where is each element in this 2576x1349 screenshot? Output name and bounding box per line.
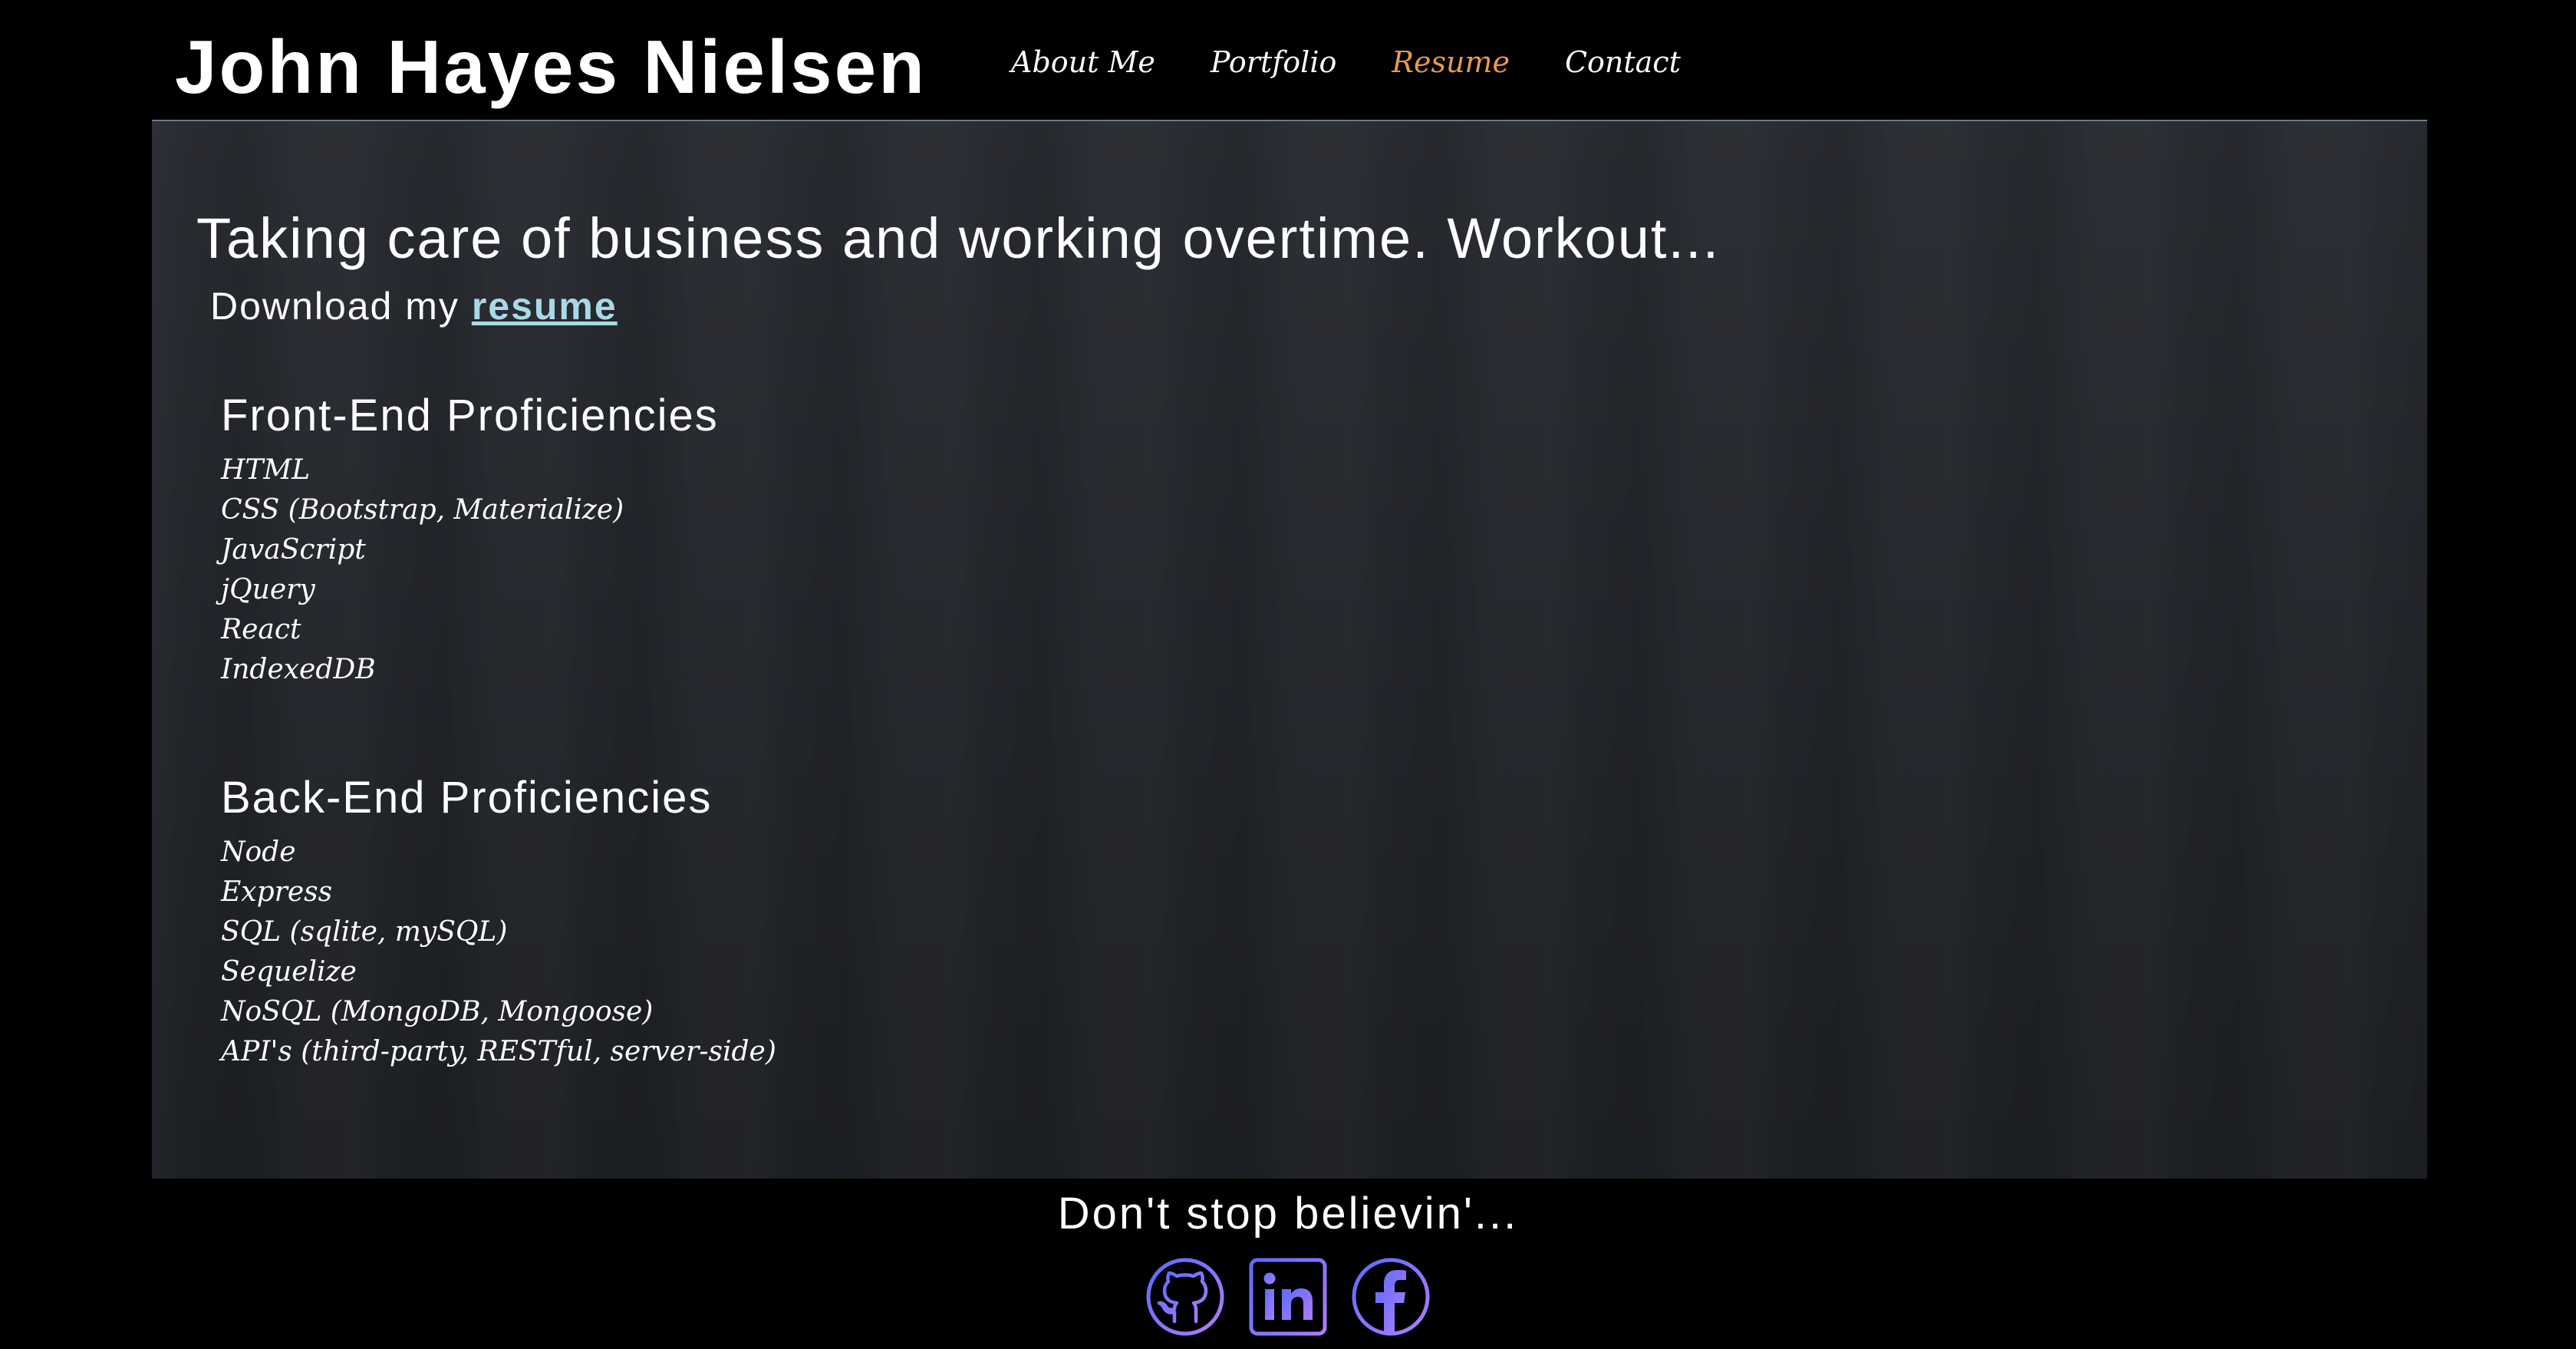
list-item: jQuery [221,574,315,605]
front-end-section: Front-End Proficiencies HTML CSS (Bootst… [221,390,719,690]
resume-download-link[interactable]: resume [472,285,618,328]
back-end-list: Node Express SQL (sqlite, mySQL) Sequeli… [221,833,776,1072]
nav-contact[interactable]: Contact [1565,37,1681,87]
list-item: React [221,614,301,645]
github-icon[interactable] [1145,1257,1225,1337]
linkedin-icon[interactable] [1248,1257,1328,1337]
site-title[interactable]: John Hayes Nielsen [175,21,927,112]
nav-resume[interactable]: Resume [1392,37,1510,87]
page: John Hayes Nielsen About Me Portfolio Re… [0,0,2576,1349]
back-end-section: Back-End Proficiencies Node Express SQL … [221,772,776,1072]
download-prefix: Download my [210,285,460,328]
nav-portfolio[interactable]: Portfolio [1211,37,1336,87]
social-links [0,1257,2576,1337]
list-item: NoSQL (MongoDB, Mongoose) [221,996,654,1027]
list-item: Sequelize [221,956,357,988]
nav-about-me[interactable]: About Me [1011,37,1155,87]
list-item: IndexedDB [221,654,376,685]
front-end-list: HTML CSS (Bootstrap, Materialize) JavaSc… [221,450,719,690]
header: John Hayes Nielsen About Me Portfolio Re… [152,0,2427,120]
facebook-icon[interactable] [1351,1257,1431,1337]
list-item: API's (third-party, RESTful, server-side… [221,1036,776,1067]
resume-tagline: Taking care of business and working over… [196,206,1721,270]
resume-panel: Taking care of business and working over… [152,121,2427,1179]
back-end-heading: Back-End Proficiencies [221,773,713,823]
list-item: Node [221,836,296,868]
list-item: CSS (Bootstrap, Materialize) [221,494,624,526]
main-nav: About Me Portfolio Resume Contact [1011,37,1736,87]
download-line: Download my resume [210,284,618,328]
footer-quote: Don't stop believin'... [1057,1189,1519,1239]
list-item: JavaScript [221,534,366,566]
list-item: SQL (sqlite, mySQL) [221,916,508,948]
list-item: Express [221,876,333,908]
front-end-heading: Front-End Proficiencies [221,391,719,440]
list-item: HTML [221,454,311,486]
